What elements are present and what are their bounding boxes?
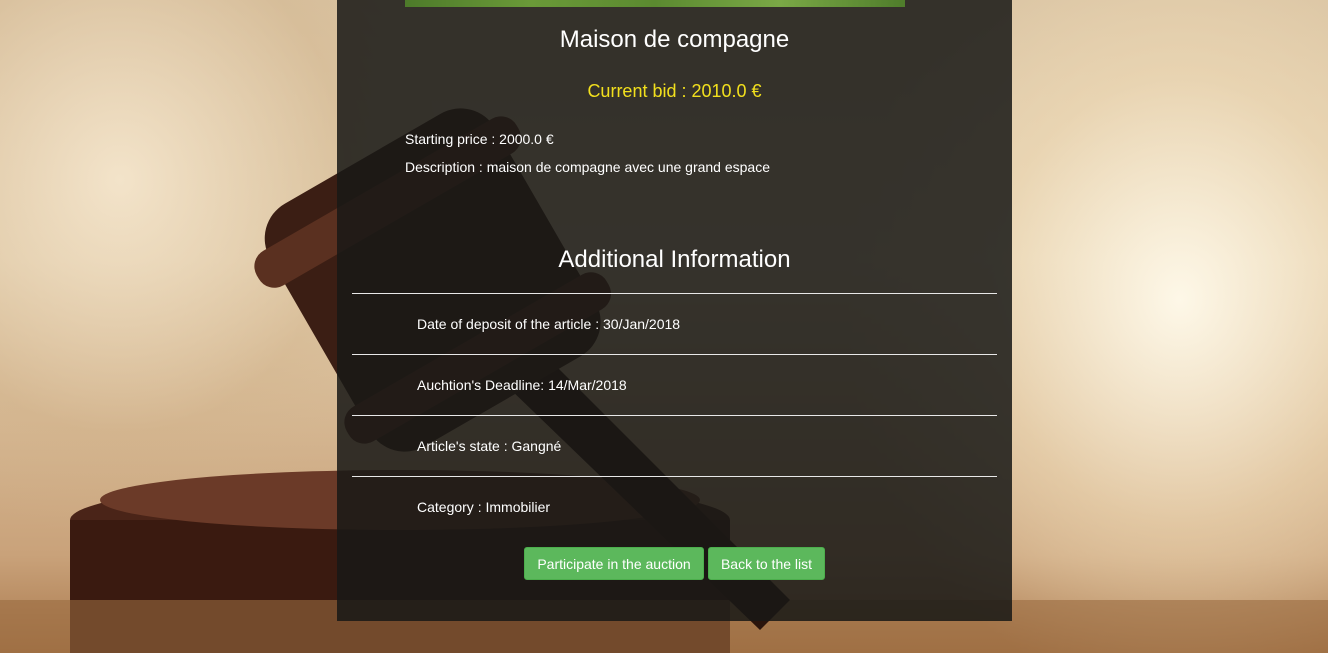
participate-button[interactable]: Participate in the auction [524, 547, 704, 580]
divider [352, 354, 997, 355]
article-title: Maison de compagne [559, 26, 790, 53]
divider [352, 476, 997, 477]
article-category: Category : Immobilier [417, 499, 551, 515]
divider [352, 415, 997, 416]
article-description: Description : maison de compagne avec un… [405, 159, 770, 175]
auction-deadline: Auchtion's Deadline: 14/Mar/2018 [417, 377, 627, 393]
back-to-list-button[interactable]: Back to the list [708, 547, 825, 580]
starting-price: Starting price : 2000.0 € [405, 131, 554, 147]
article-detail-panel: Maison de compagne Current bid : 2010.0 … [337, 0, 1012, 621]
divider [352, 293, 997, 294]
deposit-date: Date of deposit of the article : 30/Jan/… [417, 316, 681, 332]
additional-info-heading: Additional Information [558, 246, 791, 273]
article-state: Article's state : Gangné [417, 438, 562, 454]
article-image [405, 0, 905, 7]
current-bid: Current bid : 2010.0 € [587, 81, 762, 101]
